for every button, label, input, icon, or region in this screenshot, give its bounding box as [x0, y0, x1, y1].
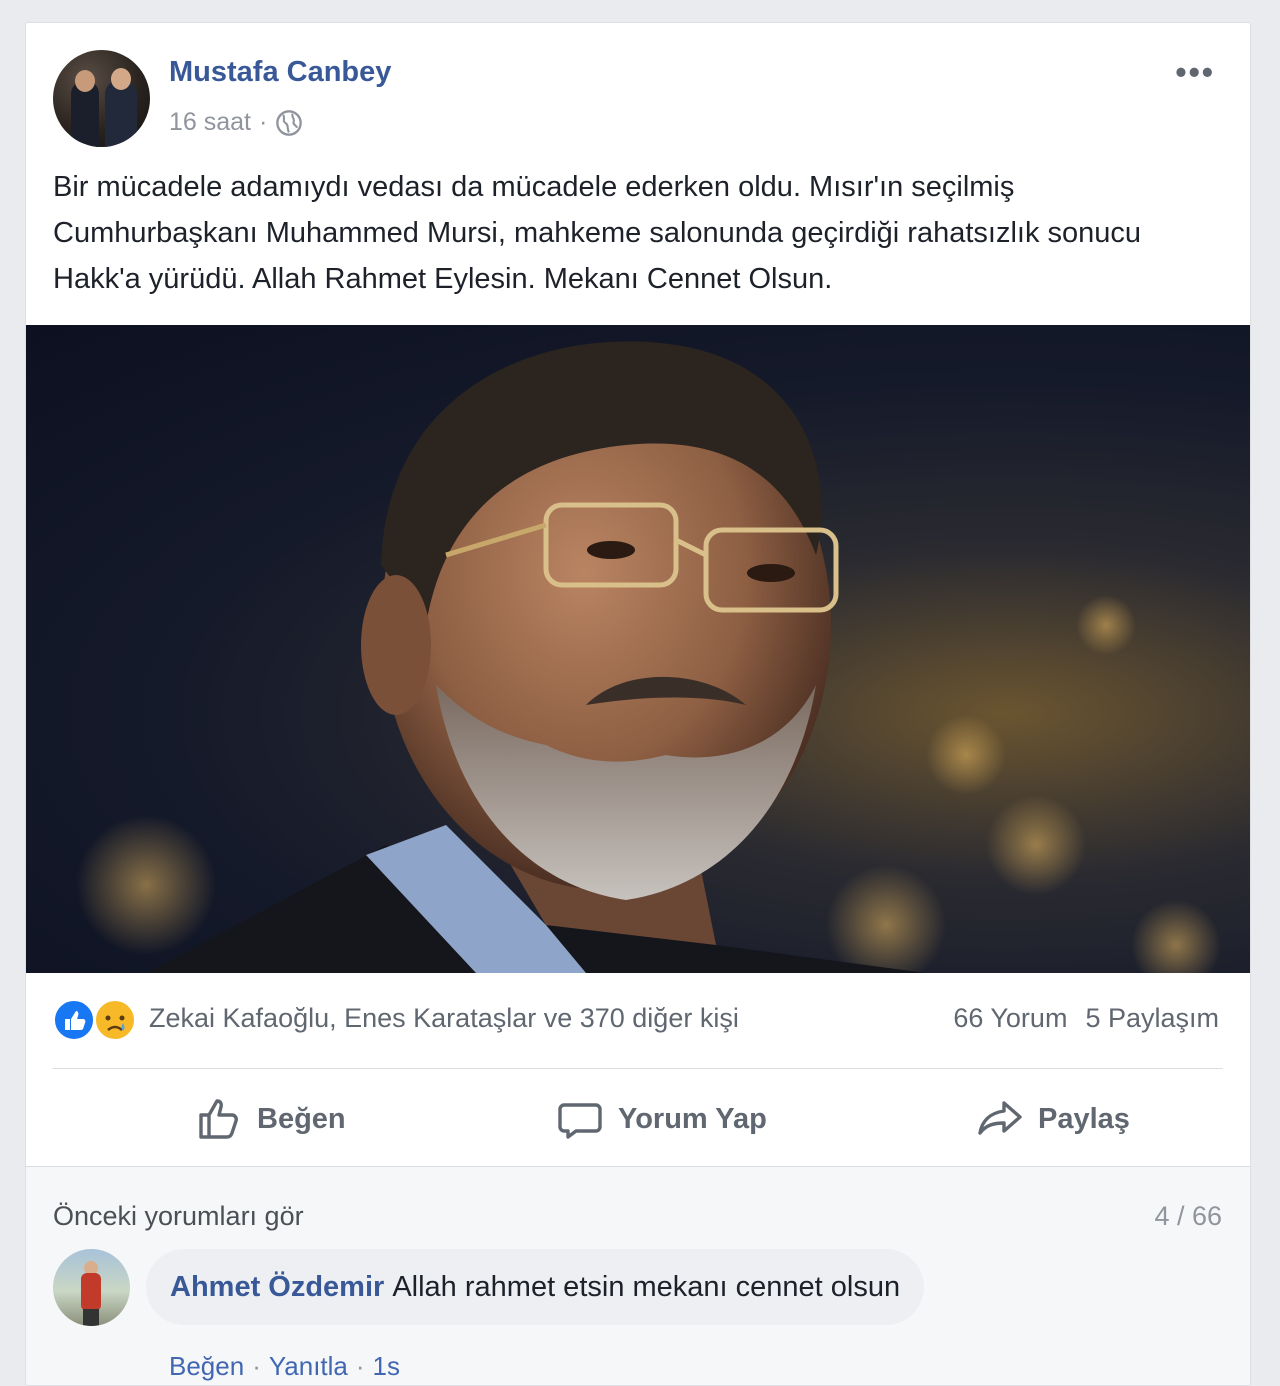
post-time[interactable]: 16 saat — [169, 108, 251, 137]
share-button[interactable]: Paylaş — [976, 1075, 1130, 1163]
share-label: Paylaş — [1038, 1102, 1130, 1135]
comment-reply-link[interactable]: Yanıtla — [269, 1351, 348, 1382]
comment-like-link[interactable]: Beğen — [169, 1351, 244, 1382]
post-header: Mustafa Canbey 16 saat · ••• — [53, 50, 1223, 150]
meta-separator: · — [259, 108, 268, 136]
view-previous-comments[interactable]: Önceki yorumları gör — [53, 1201, 304, 1232]
share-count[interactable]: 5 Paylaşım — [1085, 1003, 1219, 1034]
comment-count[interactable]: 66 Yorum — [953, 1003, 1067, 1034]
comment-sep: · — [252, 1351, 261, 1381]
counts: 66 Yorum 5 Paylaşım — [953, 1003, 1219, 1034]
post-stats: Zekai Kafaoğlu, Enes Karataşlar ve 370 d… — [53, 995, 1223, 1045]
comment-sep-2: · — [355, 1351, 365, 1381]
comment-bubble: Ahmet Özdemir Allah rahmet etsin mekanı … — [146, 1249, 925, 1325]
commenter-name[interactable]: Ahmet Özdemir — [170, 1271, 384, 1304]
comment-button[interactable]: Yorum Yap — [556, 1075, 767, 1163]
post-actions: Beğen Yorum Yap Paylaş — [53, 1075, 1223, 1163]
reactions-icons[interactable] — [53, 999, 143, 1041]
comment-actions: Beğen · Yanıtla · 1s — [169, 1351, 400, 1382]
more-options-icon[interactable]: ••• — [1175, 56, 1215, 88]
comment-text: Allah rahmet etsin mekanı cennet olsun — [392, 1270, 901, 1303]
commenter-avatar[interactable] — [53, 1249, 130, 1326]
divider — [53, 1068, 1223, 1069]
comments-section: Önceki yorumları gör 4 / 66 Ahmet Özdemi… — [26, 1166, 1250, 1385]
post-meta: 16 saat · — [169, 108, 303, 137]
like-button[interactable]: Beğen — [195, 1075, 346, 1163]
comment-icon — [558, 1103, 602, 1139]
thumbs-up-icon — [199, 1099, 238, 1139]
share-icon — [978, 1101, 1022, 1135]
comments-pager: 4 / 66 — [1154, 1201, 1222, 1231]
author-avatar[interactable] — [53, 50, 150, 147]
comment-label: Yorum Yap — [618, 1102, 767, 1135]
post-text: Bir mücadele adamıydı vedası da mücadele… — [53, 171, 1142, 295]
post-card: Mustafa Canbey 16 saat · ••• Bir mücadel… — [25, 22, 1251, 1386]
like-label: Beğen — [257, 1102, 346, 1135]
likers-text[interactable]: Zekai Kafaoğlu, Enes Karataşlar ve 370 d… — [149, 1003, 739, 1034]
like-reaction-icon — [53, 999, 95, 1041]
author-name[interactable]: Mustafa Canbey — [169, 56, 391, 89]
post-photo[interactable] — [26, 325, 1250, 973]
sad-reaction-icon — [94, 999, 136, 1041]
globe-icon[interactable] — [275, 109, 303, 137]
comment-time[interactable]: 1s — [373, 1351, 400, 1382]
portrait-image — [76, 341, 1221, 973]
